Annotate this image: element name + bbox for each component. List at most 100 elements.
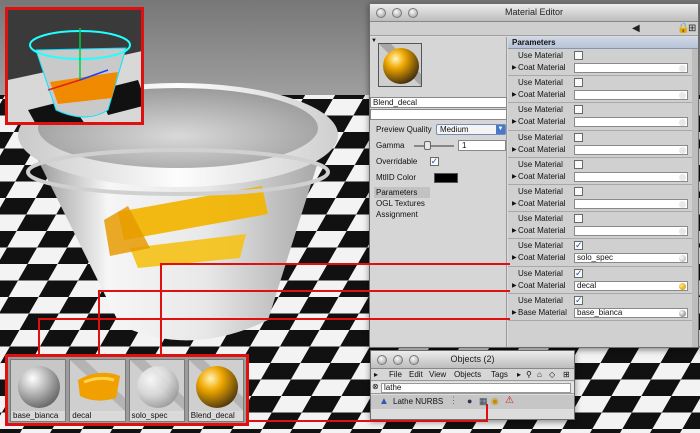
material-link-field[interactable] — [574, 117, 688, 128]
material-link-field[interactable] — [574, 144, 688, 155]
material-editor-window[interactable]: Material Editor ◀ 🔒 ⊞ ▼ Blend_decal Prev… — [369, 3, 699, 348]
material-thumb-blend-decal[interactable]: Blend_decal — [187, 359, 244, 422]
material-properties-pane: ▼ Blend_decal Preview Quality Medium ▼ G… — [370, 37, 507, 347]
empty-slot-icon[interactable] — [679, 146, 686, 154]
expand-triangle-icon[interactable]: ▶ — [512, 225, 517, 237]
empty-slot-icon[interactable] — [679, 200, 686, 208]
use-material-row: Use Material — [512, 104, 688, 116]
preview-quality-select[interactable]: Medium ▼ — [436, 124, 506, 135]
clear-search-icon[interactable]: ⊗ — [372, 382, 379, 391]
tab-ogl-textures[interactable]: OGL Textures — [376, 198, 430, 209]
material-name-field[interactable]: Blend_decal — [370, 97, 507, 108]
use-material-label: Use Material — [518, 78, 563, 88]
material-name-label: solo_spec — [129, 411, 184, 421]
material-editor-titlebar[interactable]: Material Editor — [370, 4, 698, 22]
material-manager-strip: base_bianca decal solo_spec Blend_decal — [5, 354, 249, 426]
expand-triangle-icon[interactable]: ▶ — [512, 89, 517, 101]
wireframe-view — [8, 10, 141, 122]
material-slot-label: Coat Material — [518, 198, 566, 208]
expand-triangle-icon[interactable]: ▶ — [512, 62, 517, 74]
menu-file[interactable]: File — [389, 370, 402, 379]
gamma-field[interactable]: 1 — [458, 140, 506, 151]
home-icon[interactable]: ⌂ — [537, 370, 542, 379]
material-link-field[interactable] — [574, 171, 688, 182]
material-link-field[interactable]: solo_spec — [574, 253, 688, 264]
object-name[interactable]: Lathe NURBS — [393, 397, 443, 406]
base-material-icon[interactable] — [679, 309, 686, 317]
expand-triangle-icon[interactable]: ▶ — [512, 307, 517, 319]
new-panel-icon[interactable]: ⊞ — [688, 23, 696, 34]
material-link-row: ▶ Base Material base_bianca — [512, 307, 688, 319]
use-material-checkbox[interactable] — [574, 186, 583, 196]
warning-icon[interactable]: ⚠ — [505, 395, 514, 406]
use-material-row: Use Material — [512, 159, 688, 171]
use-material-checkbox[interactable] — [574, 294, 583, 306]
gamma-slider-handle[interactable] — [424, 141, 431, 150]
collapse-triangle-icon[interactable]: ▼ — [371, 38, 377, 44]
phong-tag-icon[interactable]: ● — [467, 396, 472, 406]
expand-triangle-icon[interactable]: ▶ — [512, 198, 517, 210]
menu-more-arrow-icon[interactable]: ▸ — [374, 370, 378, 379]
overridable-checkbox[interactable] — [429, 155, 439, 167]
material-thumb-decal[interactable]: decal — [69, 359, 126, 422]
menu-tags[interactable]: Tags — [491, 370, 508, 379]
material-name-label: decal — [70, 411, 125, 421]
tab-parameters[interactable]: Parameters — [374, 187, 430, 198]
use-material-checkbox[interactable] — [574, 159, 583, 169]
tab-assignment[interactable]: Assignment — [376, 209, 430, 220]
objects-titlebar[interactable]: Objects (2) — [371, 351, 574, 369]
object-list-item[interactable]: ▲ Lathe NURBS ⋮ ● ▦ ◉ ⚠ — [371, 395, 574, 409]
empty-slot-icon[interactable] — [679, 173, 686, 181]
spec-material-icon[interactable] — [679, 255, 686, 263]
use-material-checkbox[interactable] — [574, 105, 583, 115]
empty-slot-icon[interactable] — [679, 119, 686, 127]
material-thumb-base-bianca[interactable]: base_bianca — [10, 359, 67, 422]
objects-search-input[interactable]: lathe — [381, 383, 571, 393]
parameters-scrollbar[interactable] — [692, 49, 698, 347]
material-name-label: Blend_decal — [188, 411, 243, 421]
material-link-field[interactable] — [574, 90, 688, 101]
material-link-field[interactable] — [574, 226, 688, 237]
visibility-dots-icon[interactable]: ⋮ — [449, 395, 458, 406]
expand-triangle-icon[interactable]: ▶ — [512, 116, 517, 128]
gamma-slider-track[interactable] — [414, 145, 454, 147]
use-material-checkbox[interactable] — [574, 78, 583, 88]
decal-material-icon[interactable] — [679, 282, 686, 290]
material-tag-icon[interactable]: ◉ — [491, 396, 499, 407]
use-material-checkbox[interactable] — [574, 132, 583, 142]
inset-viewport[interactable] — [5, 7, 144, 125]
empty-slot-icon[interactable] — [679, 228, 686, 236]
menu-view[interactable]: View — [429, 370, 446, 379]
material-link-field[interactable] — [574, 63, 688, 73]
material-slot-label: Coat Material — [518, 63, 566, 72]
use-material-row: Use Material — [512, 186, 688, 198]
gamma-row: Gamma 1 — [376, 140, 506, 152]
coat-slot-group: Use Material▶Coat Material decal — [508, 267, 692, 294]
search-icon[interactable]: ⚲ — [526, 370, 532, 379]
material-thumb-solo-spec[interactable]: solo_spec — [128, 359, 185, 422]
material-link-field[interactable] — [574, 198, 688, 209]
back-arrow-icon[interactable]: ◀ — [632, 23, 640, 34]
menu-objects[interactable]: Objects — [454, 370, 481, 379]
menu-edit[interactable]: Edit — [409, 370, 423, 379]
new-panel-icon[interactable]: ⊞ — [563, 370, 570, 379]
mtlid-color-swatch[interactable] — [434, 173, 458, 183]
filter-icon[interactable]: ◇ — [549, 370, 555, 379]
use-material-checkbox[interactable] — [574, 51, 583, 60]
use-material-checkbox[interactable] — [574, 214, 583, 224]
material-notes-field[interactable] — [370, 109, 507, 120]
use-material-checkbox[interactable] — [574, 239, 583, 251]
expand-triangle-icon[interactable]: ▶ — [512, 280, 517, 292]
empty-slot-icon[interactable] — [679, 65, 686, 72]
material-link-field[interactable]: decal — [574, 280, 688, 291]
empty-slot-icon[interactable] — [679, 92, 686, 100]
expand-triangle-icon[interactable]: ▶ — [512, 144, 517, 156]
chevron-right-icon[interactable]: ▸ — [517, 370, 521, 379]
use-material-checkbox[interactable] — [574, 267, 583, 279]
material-link-field[interactable]: base_bianca — [574, 307, 688, 318]
objects-window[interactable]: Objects (2) ▸ File Edit View Objects Tag… — [370, 350, 575, 420]
use-material-label: Use Material — [518, 268, 563, 278]
expand-triangle-icon[interactable]: ▶ — [512, 252, 517, 264]
expand-triangle-icon[interactable]: ▶ — [512, 171, 517, 183]
parameters-pane: Parameters Use Material ▶ Coat Material Use… — [508, 37, 698, 347]
